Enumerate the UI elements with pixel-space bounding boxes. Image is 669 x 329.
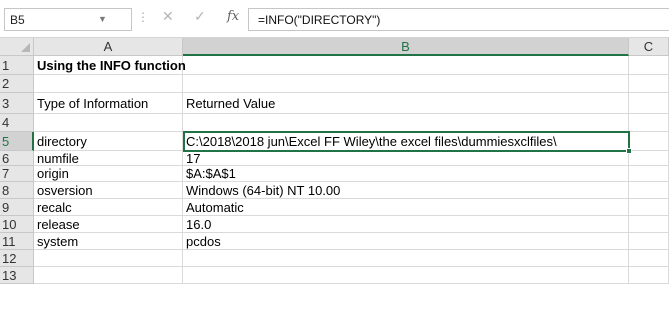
- table-row: [34, 114, 669, 132]
- cell-c5[interactable]: [629, 132, 669, 150]
- table-row: recalc Automatic: [34, 199, 669, 216]
- table-row: [34, 267, 669, 284]
- table-row: Using the INFO function: [34, 56, 669, 75]
- row-header-2[interactable]: 2: [0, 75, 34, 93]
- table-row: release 16.0: [34, 216, 669, 233]
- column-header-c[interactable]: C: [629, 38, 669, 56]
- table-row: osversion Windows (64-bit) NT 10.00: [34, 182, 669, 199]
- row-header-4[interactable]: 4: [0, 114, 34, 132]
- table-row: numfile 17: [34, 151, 669, 166]
- row-header-11[interactable]: 11: [0, 233, 34, 250]
- cell-a2[interactable]: [34, 75, 183, 92]
- row-header-3[interactable]: 3: [0, 93, 34, 114]
- row-header-12[interactable]: 12: [0, 250, 34, 267]
- table-row: origin $A:$A$1: [34, 166, 669, 182]
- column-header-a[interactable]: A: [34, 38, 183, 56]
- cell-c7[interactable]: [629, 166, 669, 181]
- row-header-1[interactable]: 1: [0, 56, 34, 75]
- cell-a12[interactable]: [34, 250, 183, 266]
- column-header-b[interactable]: B: [183, 38, 629, 56]
- cell-c2[interactable]: [629, 75, 669, 92]
- cell-b12[interactable]: [183, 250, 629, 266]
- cell-c3[interactable]: [629, 93, 669, 113]
- cell-b13[interactable]: [183, 267, 629, 283]
- cell-a10[interactable]: release: [34, 216, 183, 232]
- enter-icon[interactable]: ✓: [194, 8, 206, 25]
- cell-b1[interactable]: [183, 56, 629, 74]
- cell-b3[interactable]: Returned Value: [183, 93, 629, 113]
- cancel-icon[interactable]: ✕: [162, 8, 174, 25]
- row-header-13[interactable]: 13: [0, 267, 34, 284]
- table-row: Type of Information Returned Value: [34, 93, 669, 114]
- cell-a5[interactable]: directory: [34, 132, 183, 150]
- chevron-down-icon[interactable]: ▼: [98, 14, 107, 24]
- cell-b9[interactable]: Automatic: [183, 199, 629, 215]
- formula-bar: B5 ▼ ⋮ ✕ ✓ fx =INFO("DIRECTORY"): [0, 0, 669, 38]
- cell-b10[interactable]: 16.0: [183, 216, 629, 232]
- name-box-value: B5: [10, 13, 25, 27]
- cell-c13[interactable]: [629, 267, 669, 283]
- cell-a13[interactable]: [34, 267, 183, 283]
- row-header-9[interactable]: 9: [0, 199, 34, 216]
- cell-b4[interactable]: [183, 114, 629, 131]
- cell-c11[interactable]: [629, 233, 669, 249]
- row-header-8[interactable]: 8: [0, 182, 34, 199]
- table-row: directory C:\2018\2018 jun\Excel FF Wiley…: [34, 132, 669, 151]
- row-header-6[interactable]: 6: [0, 151, 34, 166]
- cell-c9[interactable]: [629, 199, 669, 215]
- cell-b7[interactable]: $A:$A$1: [183, 166, 629, 181]
- formula-text: =INFO("DIRECTORY"): [258, 13, 381, 27]
- insert-function-icon[interactable]: fx: [227, 9, 239, 24]
- cell-a8[interactable]: osversion: [34, 182, 183, 198]
- cell-c8[interactable]: [629, 182, 669, 198]
- spreadsheet-grid: A B C 1 Using the INFO function 2 3 Type of …: [0, 38, 669, 329]
- cell-a1[interactable]: Using the INFO function: [34, 56, 186, 74]
- row-header-10[interactable]: 10: [0, 216, 34, 233]
- cell-c12[interactable]: [629, 250, 669, 266]
- cell-a9[interactable]: recalc: [34, 199, 183, 215]
- row-header-5[interactable]: 5: [0, 132, 34, 151]
- row-header-7[interactable]: 7: [0, 166, 34, 182]
- table-row: [34, 250, 669, 267]
- name-box[interactable]: B5 ▼: [4, 8, 132, 31]
- cell-b2[interactable]: [183, 75, 629, 92]
- cell-a3[interactable]: Type of Information: [34, 93, 183, 113]
- cell-c6[interactable]: [629, 151, 669, 165]
- cell-b5[interactable]: C:\2018\2018 jun\Excel FF Wiley\the exce…: [183, 132, 629, 150]
- cell-b8[interactable]: Windows (64-bit) NT 10.00: [183, 182, 629, 198]
- cell-b11[interactable]: pcdos: [183, 233, 629, 249]
- cell-a11[interactable]: system: [34, 233, 183, 249]
- select-all-button[interactable]: [0, 38, 34, 56]
- formula-input[interactable]: =INFO("DIRECTORY"): [248, 8, 669, 31]
- cell-c4[interactable]: [629, 114, 669, 131]
- table-row: [34, 75, 669, 93]
- cell-c1[interactable]: [629, 56, 669, 74]
- table-row: system pcdos: [34, 233, 669, 250]
- cell-a7[interactable]: origin: [34, 166, 183, 181]
- cell-a6[interactable]: numfile: [34, 151, 183, 166]
- cell-b6[interactable]: 17: [183, 151, 629, 166]
- select-all-icon: [21, 43, 30, 52]
- cell-c10[interactable]: [629, 216, 669, 232]
- drag-handle-icon[interactable]: ⋮: [137, 10, 149, 24]
- cell-a4[interactable]: [34, 114, 183, 131]
